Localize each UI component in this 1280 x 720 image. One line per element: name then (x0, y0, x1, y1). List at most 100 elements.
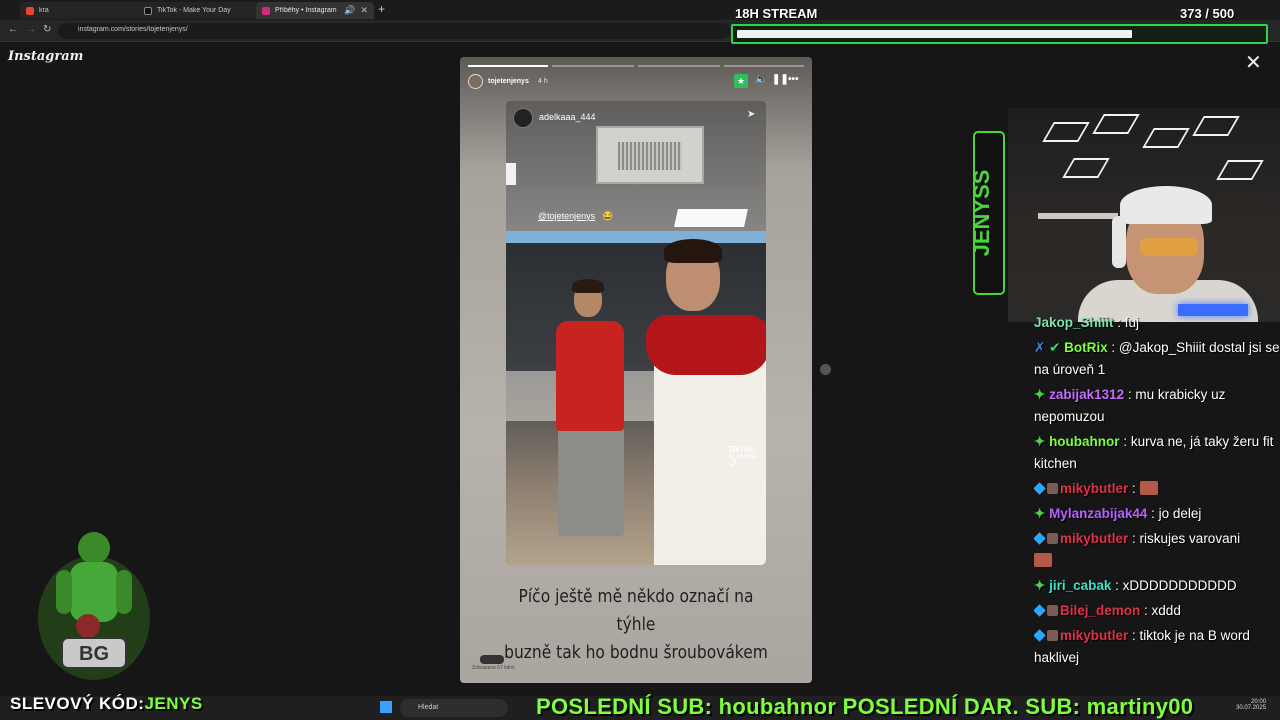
chat-username[interactable]: Jakop_Shiiit (1034, 315, 1114, 330)
laughing-emoji-icon: 😂 (602, 211, 614, 221)
url-input[interactable]: instagram.com/stories/tojetenjenys/ (58, 23, 730, 39)
back-icon[interactable]: ← (8, 24, 18, 35)
promo-code: JENYS (144, 694, 203, 713)
tab-label: Příběhy • Instagram (275, 7, 337, 14)
instagram-favicon-icon (262, 6, 270, 15)
chat-message: ✦ jiri_cabak : xDDDDDDDDDDD (1034, 575, 1280, 597)
chat-username[interactable]: zabijak1312 (1049, 387, 1124, 402)
viewer-avatars[interactable] (480, 655, 504, 664)
tray-clock[interactable]: 20:00 30.07.2025 (1236, 699, 1266, 711)
seen-by-label[interactable]: Zobrazeno 67 lidmi (472, 665, 515, 671)
chat-text: jo delej (1158, 506, 1202, 521)
sub-ticker: POSLEDNÍ SUB: houbahnor POSLEDNÍ DAR. SU… (536, 694, 1194, 719)
browser-tab-active[interactable]: Příběhy • Instagram 🔊 ✕ (256, 2, 374, 19)
tab-label: kra (39, 7, 49, 14)
windows-start-icon[interactable] (380, 701, 392, 713)
promo-code-banner: SLEVOVÝ KÓD:JENYS (10, 694, 203, 714)
shop-sign-strip (506, 231, 766, 243)
chat-message: ✦ houbahnor : kurva ne, já taky žeru fit… (1034, 431, 1280, 475)
caption-line: Píčo ještě mě někdo označí na týhle (518, 586, 754, 635)
mention-tag[interactable]: @tojetenjenys (538, 211, 595, 221)
story-username[interactable]: tojetenjenys (488, 78, 529, 85)
chat-text: riskujes varovani (1139, 531, 1241, 546)
mute-icon[interactable]: 🔊 (344, 5, 355, 16)
user-avatar-badge-icon (1047, 483, 1058, 494)
volume-icon[interactable]: 🔈 (755, 74, 767, 85)
caption-line: buzně tak ho bodnu šroubovákem (504, 642, 768, 663)
svg-text:BG: BG (79, 643, 109, 665)
more-options-icon[interactable]: ••• (788, 74, 799, 85)
chat-separator: : (1147, 506, 1159, 521)
chat-username[interactable]: houbahnor (1049, 434, 1120, 449)
story-viewer[interactable]: tojetenjenys 4 h ★ 🔈 ❚❚ ••• adelkaaa_444… (460, 57, 812, 683)
story-caption: Píčo ještě mě někdo označí na týhle buzn… (502, 583, 770, 667)
promo-label: SLEVOVÝ KÓD: (10, 694, 145, 713)
pause-icon[interactable]: ❚❚ (772, 74, 789, 85)
close-friends-star-icon: ★ (734, 74, 748, 88)
sub-goal-count: 373 / 500 (1180, 6, 1235, 21)
close-story-icon[interactable]: ✕ (1245, 50, 1262, 75)
close-icon[interactable]: ✕ (360, 5, 368, 16)
chat-message: mikybutler : tiktok je na B word haklive… (1034, 625, 1280, 669)
sub-badge-icon (1034, 629, 1046, 642)
sub-badge-icon (1034, 604, 1046, 617)
chat-separator: : (1111, 578, 1123, 593)
gem-badge-icon: ✦ (1034, 506, 1050, 521)
chat-username[interactable]: mikybutler (1060, 628, 1128, 643)
hex-light (1062, 158, 1110, 178)
chat-separator: : (1107, 340, 1119, 355)
chat-username[interactable]: BotRix (1064, 340, 1108, 355)
browser-tab[interactable]: kra ✕ (20, 2, 156, 19)
ceiling-vent (596, 126, 704, 184)
story-progress-segment (552, 65, 634, 67)
hex-light (1042, 122, 1090, 142)
story-progress-segment (724, 65, 804, 67)
person-figure (664, 239, 722, 263)
person-figure (646, 315, 766, 375)
avatar[interactable] (468, 74, 483, 89)
booster-mascot-logo: BG (38, 532, 150, 680)
sub-badge-icon (1034, 482, 1046, 495)
mod-badge-icon: ✗ (1034, 340, 1050, 355)
chat-message: ✦ zabijak1312 : mu krabicky uz nepomuzou (1034, 384, 1280, 428)
shelf (1038, 213, 1118, 219)
gem-badge-icon: ✦ (1034, 434, 1050, 449)
browser-tab[interactable]: TikTok - Make Your Day ✕ (138, 2, 274, 19)
reshared-story-card: adelkaaa_444 @tojetenjenys 😂 ♪ TikTok @ … (506, 101, 766, 565)
chat-message: Jakop_Shiiit : fuj (1034, 312, 1280, 334)
chat-message: mikybutler : (1034, 478, 1280, 500)
reload-icon[interactable]: ↻ (43, 24, 51, 35)
inner-username: adelkaaa_444 (539, 112, 596, 122)
new-tab-button[interactable]: + (378, 2, 385, 16)
chat-separator: : (1128, 628, 1140, 643)
taskbar-search[interactable]: Hledat (400, 699, 508, 717)
stream-title: 18H STREAM (735, 6, 818, 21)
chat-text: xddd (1151, 603, 1181, 618)
chat-text: xDDDDDDDDDDD (1122, 578, 1237, 593)
headphones (1112, 216, 1126, 268)
chat-username[interactable]: mikybutler (1060, 481, 1128, 496)
instagram-logo[interactable]: Instagram (8, 49, 83, 64)
progress-fill (737, 30, 1132, 38)
person-figure (556, 321, 624, 431)
chat-username[interactable]: Mylanzabijak44 (1049, 506, 1147, 521)
chat-username[interactable]: Bilej_demon (1060, 603, 1140, 618)
sub-badge-icon (1034, 532, 1046, 545)
next-story-button[interactable] (820, 364, 831, 375)
ceiling-light (674, 209, 748, 227)
chat-message: ✦ Mylanzabijak44 : jo delej (1034, 503, 1280, 525)
chat-username[interactable]: jiri_cabak (1049, 578, 1111, 593)
tiktok-handle: @ axytime (728, 454, 757, 460)
emote-icon (1034, 553, 1052, 567)
forward-icon[interactable]: → (26, 24, 36, 35)
chat-message: ✗ ✔ BotRix : @Jakop_Shiiit dostal jsi se… (1034, 337, 1280, 381)
chat-separator: : (1113, 315, 1125, 330)
story-time: 4 h (538, 78, 548, 85)
chat-message: Bilej_demon : xddd (1034, 600, 1280, 622)
hex-light (1092, 114, 1140, 134)
hex-light (1216, 160, 1264, 180)
chat-username[interactable]: mikybutler (1060, 531, 1128, 546)
mouse-cursor-icon: ➤ (747, 109, 756, 120)
browser-tab-bar: kra ✕ TikTok - Make Your Day ✕ Příběhy •… (0, 0, 1280, 20)
story-progress-segment (638, 65, 720, 67)
